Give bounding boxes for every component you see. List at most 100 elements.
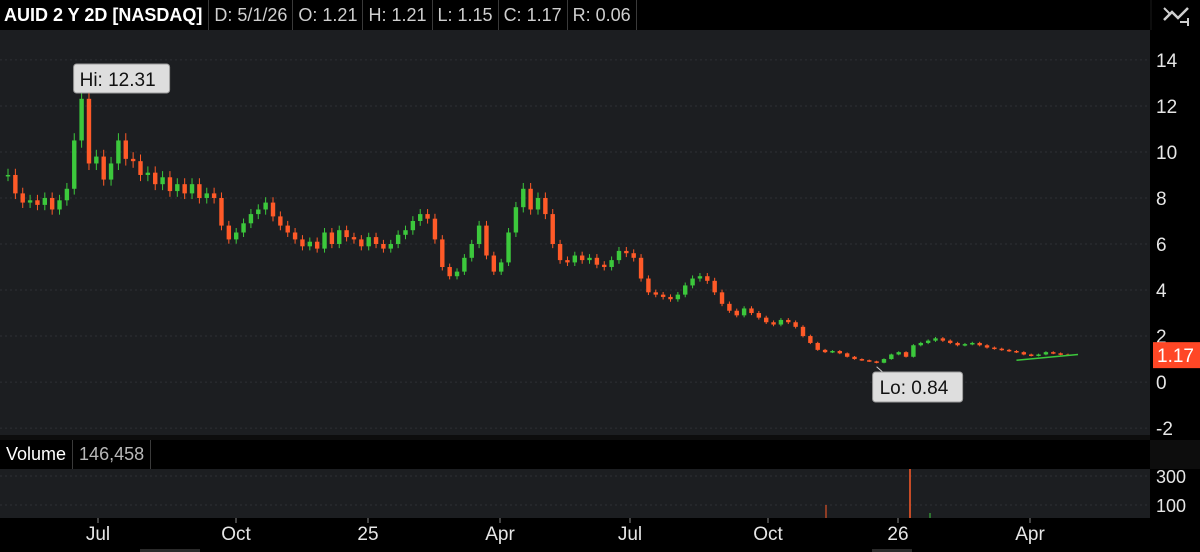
candle-body bbox=[292, 232, 298, 240]
candle-body bbox=[749, 308, 754, 314]
candle-body bbox=[211, 193, 217, 198]
candle-body bbox=[653, 292, 658, 295]
candle-body bbox=[101, 156, 106, 180]
candle-body bbox=[469, 244, 474, 258]
volume-value: 146,458 bbox=[73, 440, 152, 469]
candle-body bbox=[557, 244, 563, 261]
candle-body bbox=[587, 257, 592, 261]
candle-body bbox=[734, 310, 739, 316]
hi-label: Hi: 12.31 bbox=[80, 70, 156, 91]
candle-body bbox=[697, 276, 703, 279]
candle-body bbox=[1051, 352, 1056, 354]
candle-body bbox=[660, 294, 666, 297]
candle-body bbox=[285, 225, 290, 233]
candle-body bbox=[42, 197, 48, 205]
range-readout: R: 0.06 bbox=[568, 0, 637, 30]
candle-body bbox=[955, 342, 960, 346]
candle-body bbox=[925, 340, 931, 343]
candle-body bbox=[918, 342, 923, 346]
symbol-label[interactable]: AUID 2 Y 2D [NASDAQ] bbox=[0, 0, 210, 30]
candle-body bbox=[874, 361, 879, 363]
candle-body bbox=[675, 294, 681, 300]
candle-body bbox=[35, 200, 40, 205]
candle-body bbox=[366, 237, 371, 247]
candle-body bbox=[741, 308, 747, 316]
candle-body bbox=[175, 184, 180, 192]
candle-body bbox=[130, 158, 136, 162]
candle-body bbox=[992, 347, 997, 350]
candle-body bbox=[705, 276, 710, 281]
candle-body bbox=[108, 163, 114, 180]
x-tick-label: Apr bbox=[485, 524, 515, 545]
candle-body bbox=[690, 278, 695, 286]
candle-body bbox=[977, 342, 982, 346]
candle-body bbox=[903, 352, 909, 357]
candle-body bbox=[756, 313, 762, 318]
candle-body bbox=[771, 322, 776, 325]
close-readout: C: 1.17 bbox=[499, 0, 568, 30]
candle-body bbox=[970, 342, 975, 345]
candle-body bbox=[638, 257, 644, 279]
candle-body bbox=[138, 161, 143, 175]
candle-body bbox=[624, 250, 629, 254]
candle-body bbox=[911, 345, 916, 357]
candle-body bbox=[1043, 352, 1049, 355]
trend-line bbox=[1016, 353, 1079, 361]
chart-style-icon[interactable] bbox=[1152, 0, 1200, 30]
x-tick-label: Jul bbox=[618, 524, 642, 545]
candle-body bbox=[594, 257, 600, 265]
candle-body bbox=[484, 225, 489, 256]
candle-body bbox=[1028, 354, 1034, 356]
candle-body bbox=[410, 220, 416, 231]
candle-body bbox=[160, 177, 165, 185]
candle-body bbox=[572, 255, 578, 263]
volume-tick-label: 300 bbox=[1156, 469, 1186, 487]
candle-body bbox=[344, 230, 349, 238]
candle-body bbox=[5, 174, 11, 177]
candle-body bbox=[20, 193, 25, 203]
candle-body bbox=[506, 232, 511, 263]
x-tick-label: Oct bbox=[221, 524, 251, 545]
candle-body bbox=[337, 230, 342, 245]
price-chart[interactable]: 14121086420-2Hi: 12.31Lo: 0.841.17 bbox=[0, 30, 1200, 440]
lo-label: Lo: 0.84 bbox=[880, 378, 949, 399]
volume-label[interactable]: Volume bbox=[0, 440, 74, 469]
candle-body bbox=[314, 241, 320, 249]
candle-body bbox=[351, 237, 357, 240]
volume-tick-label: 100 bbox=[1156, 496, 1186, 516]
last-price-label: 1.17 bbox=[1157, 346, 1194, 367]
candle-body bbox=[13, 174, 18, 194]
candle-body bbox=[395, 234, 401, 245]
candle-body bbox=[440, 239, 445, 268]
candle-body bbox=[881, 359, 887, 363]
candle-body bbox=[418, 214, 423, 221]
volume-chart[interactable]: 300 100 bbox=[0, 469, 1200, 518]
candle-body bbox=[462, 257, 467, 272]
candle-body bbox=[373, 237, 379, 245]
candle-body bbox=[359, 239, 364, 247]
candle-body bbox=[719, 292, 725, 304]
candle-body bbox=[962, 344, 968, 346]
candle-body bbox=[248, 214, 254, 224]
candle-body bbox=[940, 338, 946, 341]
candle-body bbox=[543, 197, 548, 215]
candle-body bbox=[712, 280, 717, 293]
x-tick-label: 25 bbox=[357, 524, 378, 545]
candle-body bbox=[631, 253, 636, 258]
candle-body bbox=[896, 352, 901, 355]
candle-body bbox=[403, 230, 408, 235]
candle-body bbox=[94, 156, 99, 164]
candle-body bbox=[822, 349, 828, 353]
candle-body bbox=[447, 267, 452, 277]
candle-body bbox=[521, 188, 526, 208]
candle-body bbox=[476, 225, 482, 245]
candle-body bbox=[763, 317, 769, 323]
candle-body bbox=[64, 188, 70, 201]
candle-body bbox=[984, 345, 990, 348]
candle-body bbox=[778, 319, 784, 325]
candle-body bbox=[256, 209, 261, 215]
candle-body bbox=[241, 223, 246, 233]
candle-body bbox=[999, 348, 1004, 351]
candle-body bbox=[808, 336, 813, 343]
candle-body bbox=[498, 262, 504, 272]
